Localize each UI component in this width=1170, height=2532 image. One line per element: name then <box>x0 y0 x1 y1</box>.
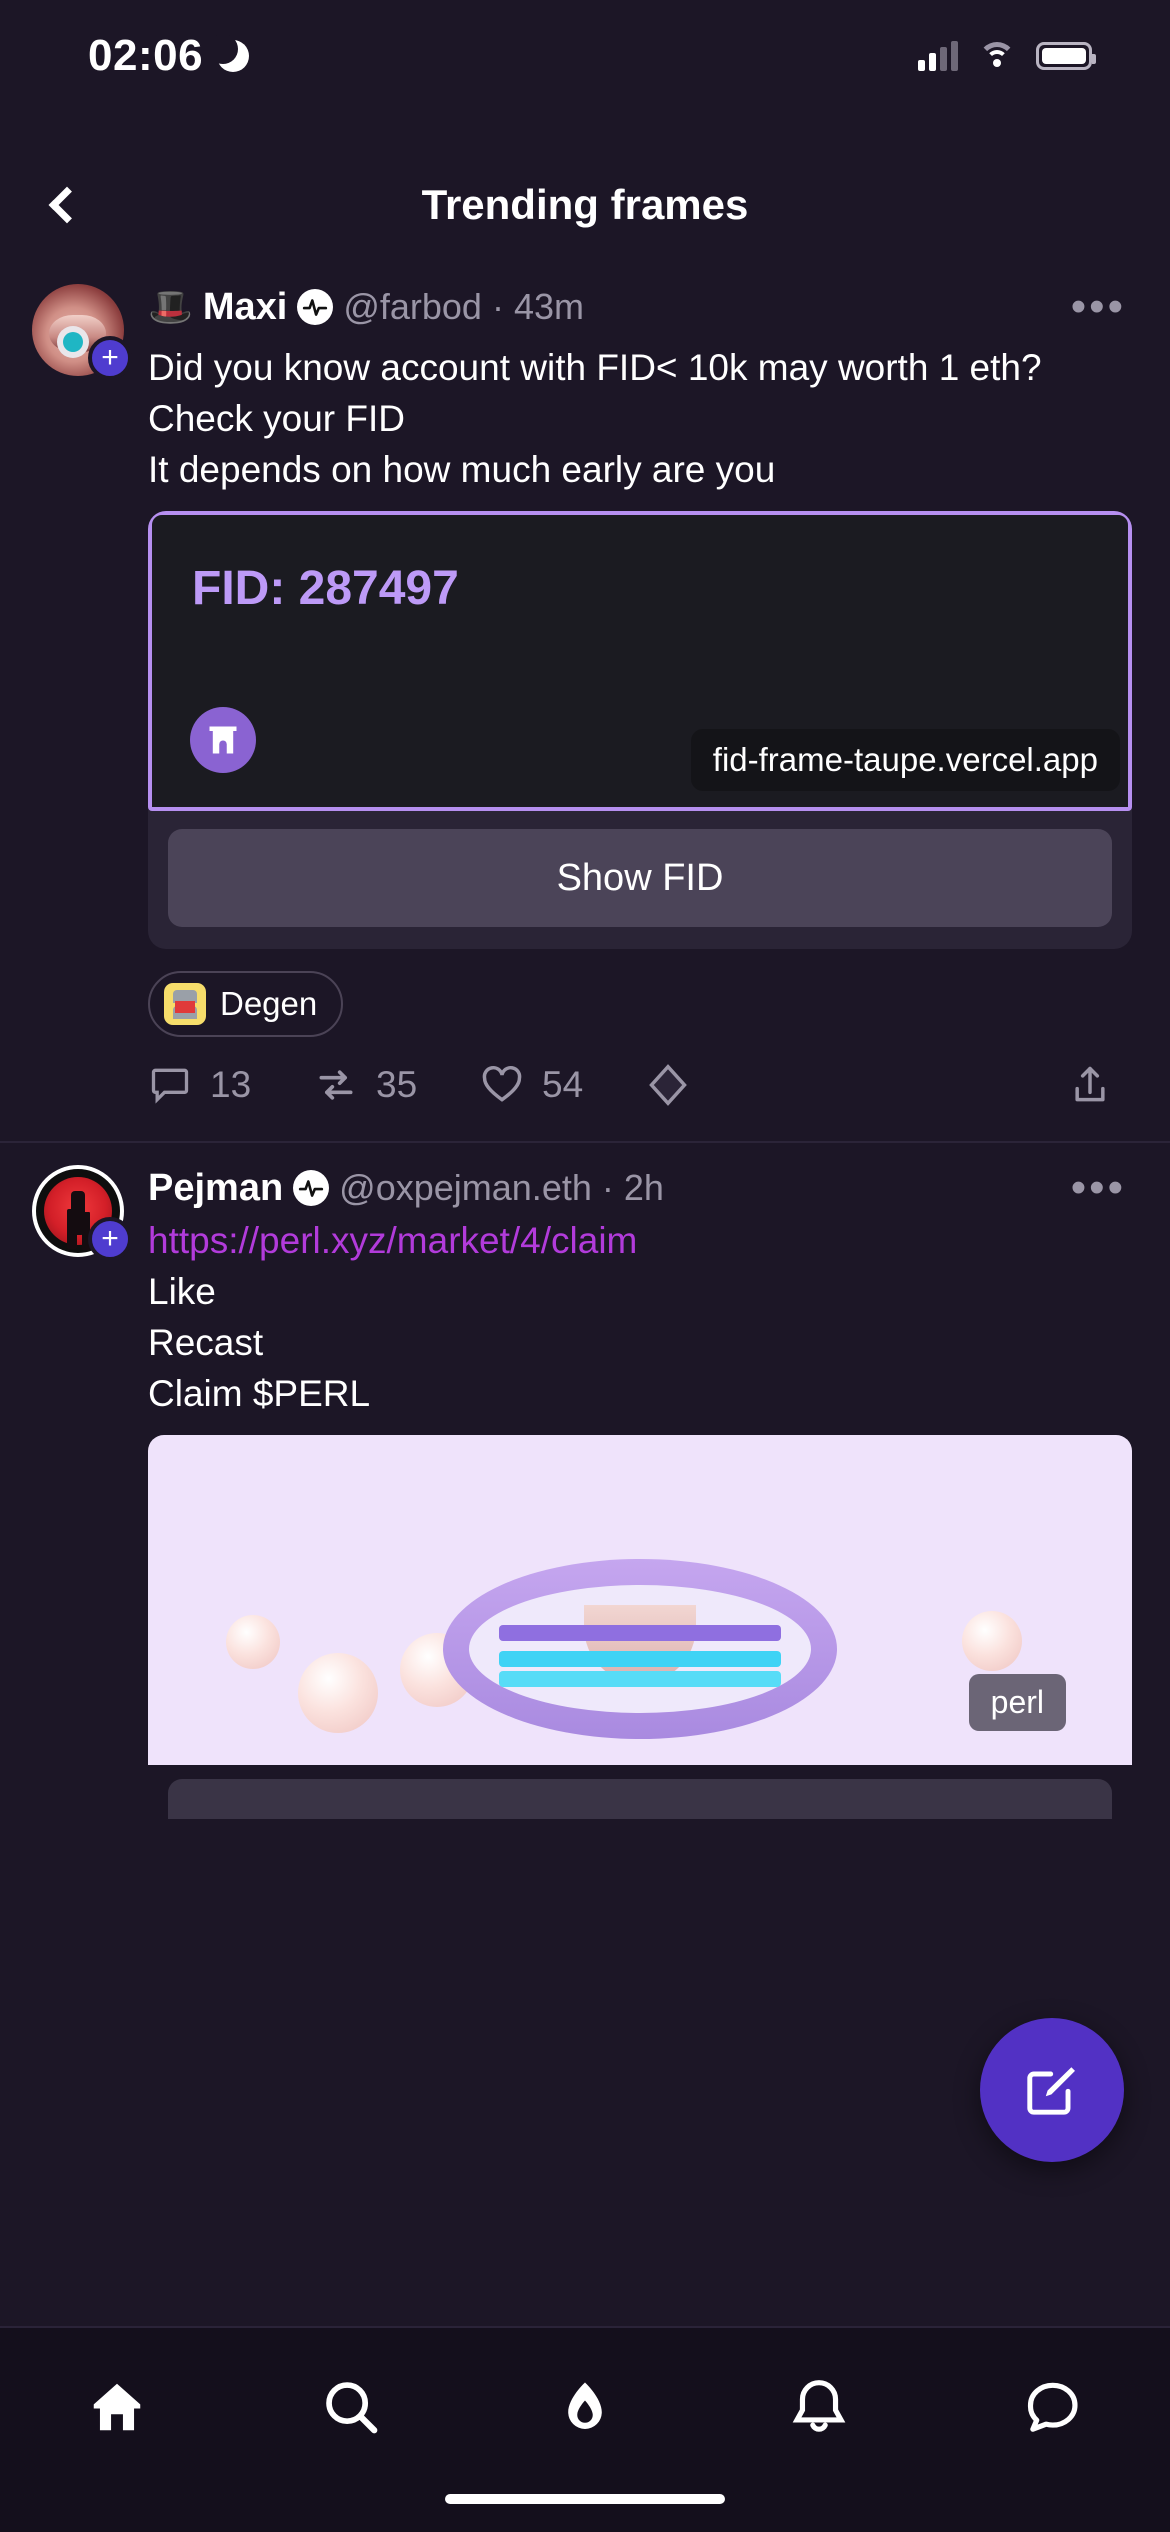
status-bar: 02:06 <box>0 0 1170 112</box>
tab-search[interactable] <box>291 2362 411 2452</box>
degen-channel-icon <box>164 983 206 1025</box>
compose-icon <box>1027 2067 1075 2115</box>
home-icon <box>93 2383 141 2431</box>
add-follow-icon[interactable]: + <box>88 336 132 380</box>
post-body: Pejman @oxpejman.eth · 2h ••• https://pe… <box>124 1161 1136 1819</box>
back-button[interactable] <box>18 160 108 250</box>
avatar[interactable]: + <box>32 284 132 380</box>
share-button[interactable] <box>1068 1063 1112 1107</box>
author-handle[interactable]: @oxpejman.eth <box>339 1167 592 1209</box>
avatar[interactable]: + <box>32 1165 132 1261</box>
post-text: Did you know account with FID< 10k may w… <box>148 347 1042 490</box>
like-count: 54 <box>542 1064 584 1105</box>
page-title: Trending frames <box>421 181 749 228</box>
frame-image[interactable]: FID: 287497 fid-frame-taupe.vercel.app <box>148 511 1132 811</box>
chat-icon <box>1027 2382 1078 2432</box>
separator: · <box>491 286 504 327</box>
status-bar-right <box>918 41 1096 71</box>
post-body: 🎩 Maxi @farbod · 43m ••• Did you know ac… <box>124 280 1136 1107</box>
frame-image[interactable]: perl <box>148 1435 1132 1765</box>
author-handle[interactable]: @farbod <box>343 286 482 328</box>
more-options-icon[interactable]: ••• <box>1071 285 1132 329</box>
tab-home[interactable] <box>57 2362 177 2452</box>
post-header: + Pejman @oxpejman.eth · 2h ••• https://… <box>0 1161 1170 1819</box>
moon-icon <box>208 34 250 72</box>
post-item[interactable]: + 🎩 Maxi @farbod · 43m ••• Did you know … <box>0 262 1170 1143</box>
compose-button[interactable] <box>980 2018 1124 2162</box>
frame-action-button[interactable]: Show FID <box>168 829 1112 927</box>
channel-badge[interactable]: Degen <box>148 971 344 1037</box>
reply-count: 13 <box>210 1064 252 1105</box>
frame-fid-label: FID: 287497 <box>192 562 459 615</box>
add-follow-icon[interactable]: + <box>88 1217 132 1261</box>
comment-icon <box>151 1068 189 1104</box>
farcaster-logo-icon <box>190 707 256 773</box>
phone-screen: 02:06 Trending frames + 🎩 Maxi @farbod ·… <box>0 0 1170 2532</box>
diamond-icon <box>649 1064 687 1106</box>
chevron-left-icon <box>48 186 85 224</box>
author-row: Pejman @oxpejman.eth · 2h ••• <box>148 1161 1132 1215</box>
navigation-bar: Trending frames <box>0 150 1170 260</box>
post-timestamp: 43m <box>513 286 584 327</box>
author-row: 🎩 Maxi @farbod · 43m ••• <box>148 280 1132 334</box>
reply-button[interactable]: 13 <box>148 1063 314 1107</box>
cellular-signal-icon <box>918 41 958 71</box>
post-item[interactable]: + Pejman @oxpejman.eth · 2h ••• https://… <box>0 1143 1170 1819</box>
author-name[interactable]: Maxi <box>203 286 287 329</box>
post-text: Like Recast Claim $PERL <box>148 1271 371 1414</box>
recast-count: 35 <box>376 1064 418 1105</box>
post-timestamp: 2h <box>623 1167 664 1208</box>
author-name[interactable]: Pejman <box>148 1167 283 1210</box>
battery-icon <box>1036 42 1096 70</box>
like-button[interactable]: 54 <box>480 1063 646 1107</box>
post-link[interactable]: https://perl.xyz/market/4/claim <box>148 1215 1132 1266</box>
frame-action-button[interactable] <box>168 1779 1112 1819</box>
feed-list[interactable]: + 🎩 Maxi @farbod · 43m ••• Did you know … <box>0 262 1170 1902</box>
post-header: + 🎩 Maxi @farbod · 43m ••• Did you know … <box>0 280 1170 1107</box>
pearl-decoration <box>298 1653 378 1733</box>
recast-button[interactable]: 35 <box>314 1063 480 1107</box>
more-options-icon[interactable]: ••• <box>1071 1166 1132 1210</box>
separator: · <box>601 1167 614 1208</box>
pearl-decoration <box>962 1611 1022 1671</box>
frame-url-label: perl <box>968 1674 1066 1731</box>
top-hat-icon: 🎩 <box>148 286 193 327</box>
wifi-icon <box>978 42 1016 70</box>
frame-card[interactable]: FID: 287497 fid-frame-taupe.vercel.app S… <box>148 511 1132 949</box>
bell-icon <box>792 2380 846 2432</box>
power-badge-icon <box>297 289 334 325</box>
power-badge-icon <box>293 1170 330 1206</box>
tab-trending[interactable] <box>525 2362 645 2452</box>
status-time: 02:06 <box>88 31 204 80</box>
recast-icon <box>319 1070 353 1100</box>
home-indicator <box>445 2494 725 2504</box>
search-icon <box>326 2382 378 2434</box>
pearl-decoration <box>226 1615 280 1669</box>
share-icon <box>1075 1066 1105 1102</box>
frame-url-label: fid-frame-taupe.vercel.app <box>690 729 1120 791</box>
tab-notifications[interactable] <box>759 2362 879 2452</box>
post-actions: 13 35 54 <box>148 1063 1132 1107</box>
status-bar-left: 02:06 <box>88 31 250 81</box>
tip-button[interactable] <box>646 1063 812 1107</box>
flame-icon <box>568 2382 602 2429</box>
channel-name: Degen <box>220 985 318 1022</box>
oyster-shell-graphic <box>443 1559 837 1739</box>
tab-messages[interactable] <box>993 2362 1113 2452</box>
heart-icon <box>482 1065 522 1102</box>
